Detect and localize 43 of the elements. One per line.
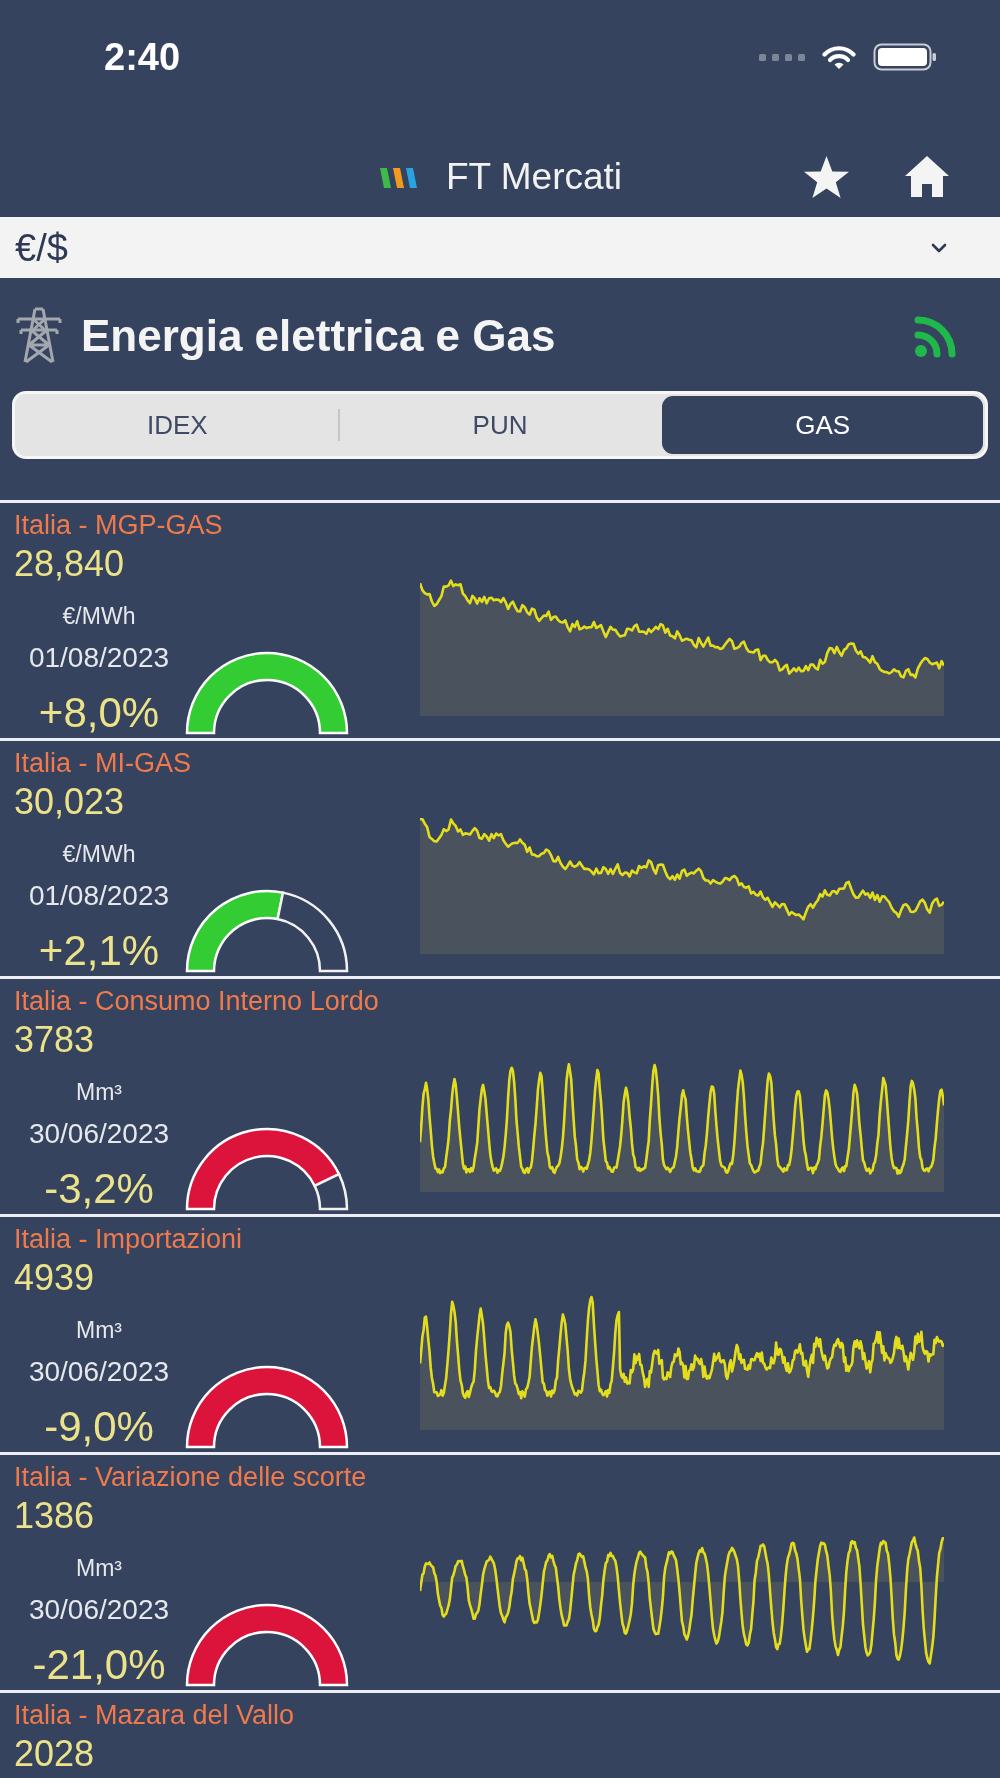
unit-label: Mm³ [76,1554,122,1582]
signal-icon [759,53,805,61]
change-percent: -3,2% [44,1166,154,1212]
status-time: 2:40 [104,38,181,76]
change-percent: +8,0% [38,690,160,736]
price-value: 30,023 [14,782,125,822]
unit-label: €/MWh [62,602,136,630]
battery-icon [873,43,937,71]
date-label: 01/08/2023 [28,642,170,674]
home-icon[interactable] [904,155,950,198]
market-title: Italia - MI-GAS [14,747,192,779]
price-value: 3783 [14,1020,95,1060]
unit-label: Mm³ [76,1078,122,1106]
segment-tab[interactable]: IDEX [17,396,338,454]
market-title: Italia - Consumo Interno Lordo [14,985,379,1017]
price-value: 1386 [14,1496,95,1536]
currency-select[interactable]: €/$ [0,217,1000,278]
price-value: 2028 [14,1734,95,1774]
date-label: 30/06/2023 [28,1356,170,1388]
gauge-track [313,1172,349,1211]
price-value: 28,840 [14,544,125,584]
change-percent: -9,0% [44,1404,154,1450]
wifi-icon [822,44,856,70]
chevron-down-icon [931,242,947,253]
segment-tab[interactable]: PUN [339,396,661,454]
star-icon[interactable] [803,154,850,199]
price-value: 4939 [14,1258,95,1298]
date-label: 01/08/2023 [28,880,170,912]
section-title: Energia elettrica e Gas [81,309,557,362]
unit-label: Mm³ [76,1316,122,1344]
date-label: 30/06/2023 [28,1594,170,1626]
market-title: Italia - MGP-GAS [14,509,223,541]
date-label: 30/06/2023 [28,1118,170,1150]
change-percent: +2,1% [38,928,160,974]
power-tower-icon [16,307,62,364]
segment-tab[interactable]: GAS [662,396,983,454]
market-title: Italia - Importazioni [14,1223,243,1255]
app-title: FT Mercati [445,154,623,199]
logo-icon [377,165,420,188]
market-title: Italia - Mazara del Vallo [14,1699,295,1731]
unit-label: €/MWh [62,840,136,868]
market-title: Italia - Variazione delle scorte [14,1461,367,1493]
change-percent: -21,0% [32,1642,166,1688]
